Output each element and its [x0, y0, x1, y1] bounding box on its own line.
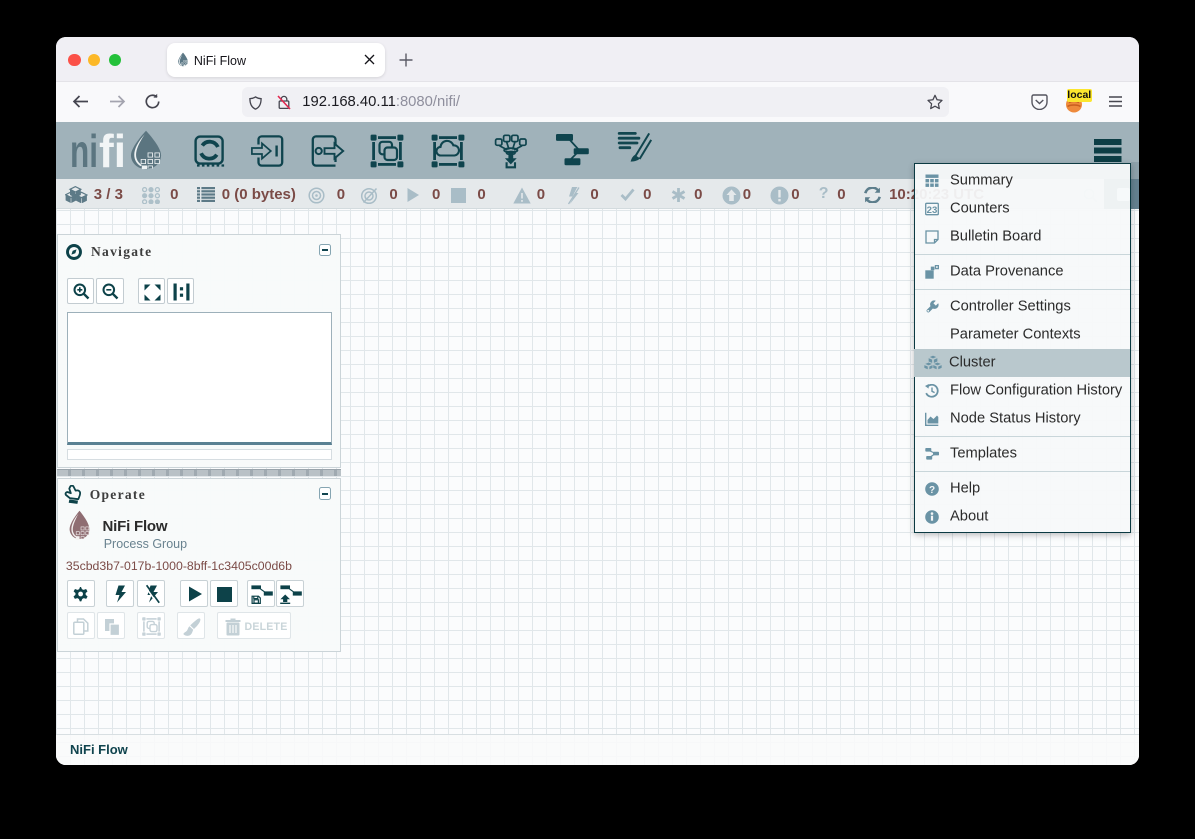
svg-text:23: 23: [927, 205, 938, 216]
svg-text:ni: ni: [70, 130, 98, 170]
svg-text:?: ?: [929, 485, 935, 496]
svg-text:fi: fi: [99, 130, 126, 170]
